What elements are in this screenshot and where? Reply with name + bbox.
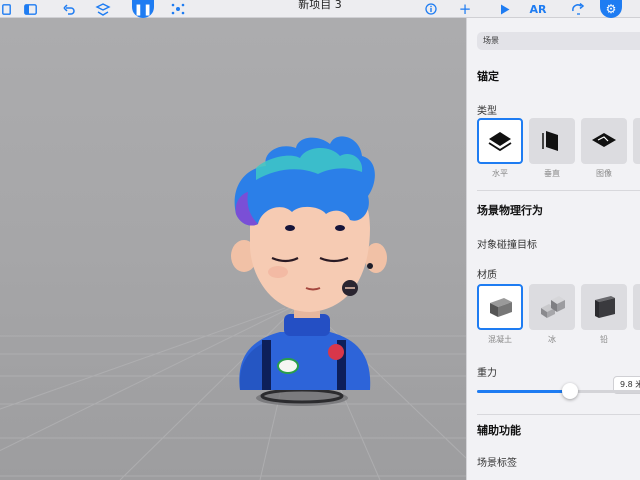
- collision-label: 对象碰撞目标: [477, 240, 537, 251]
- scene-label-label: 场景标签: [477, 458, 517, 469]
- accessibility-heading: 辅助功能: [477, 424, 521, 437]
- scene-segment[interactable]: 场景: [477, 32, 640, 50]
- project-title: 新项目 3: [298, 0, 342, 11]
- share-icon[interactable]: [568, 0, 588, 18]
- type-label: 类型: [477, 106, 497, 117]
- material-lead-caption: 铅: [600, 335, 608, 344]
- material-lead[interactable]: [581, 284, 627, 330]
- gravity-slider-knob[interactable]: [562, 383, 578, 399]
- material-label: 材质: [477, 270, 497, 281]
- info-icon[interactable]: [422, 0, 440, 18]
- scene-canvas: [0, 136, 466, 480]
- material-concrete-caption: 混凝土: [488, 335, 512, 344]
- anchor-type-vertical[interactable]: [529, 118, 575, 164]
- lead-icon: [595, 296, 615, 318]
- divider: [477, 414, 640, 415]
- gravity-label: 重力: [477, 368, 497, 379]
- ground-grid: [0, 307, 466, 480]
- anchor-heading: 锚定: [477, 70, 499, 83]
- gravity-slider-fill: [477, 390, 570, 393]
- physics-icon[interactable]: [168, 0, 188, 18]
- anchor-type-image[interactable]: [581, 118, 627, 164]
- horizontal-plane-icon: [488, 132, 512, 152]
- inspector-panel: 场景 锚定 类型 水平 垂直 图像 场景物理行为 对象碰撞目标 材质 混凝土 冰…: [466, 18, 640, 480]
- add-icon[interactable]: +: [456, 0, 474, 18]
- scene-segment-label: 场景: [483, 36, 499, 45]
- character-model: [231, 136, 387, 390]
- anchor-icon[interactable]: [92, 0, 114, 18]
- material-concrete[interactable]: [477, 284, 523, 330]
- concrete-icon: [490, 298, 512, 317]
- anchor-horizontal-caption: 水平: [492, 169, 508, 178]
- anchor-vertical-caption: 垂直: [544, 169, 560, 178]
- anchor-type-more[interactable]: [633, 118, 640, 164]
- image-anchor-icon: [592, 133, 616, 147]
- material-ice[interactable]: [529, 284, 575, 330]
- ice-icon: [541, 296, 565, 318]
- undo-icon[interactable]: [60, 0, 78, 18]
- doc-icon[interactable]: [0, 0, 12, 18]
- material-more[interactable]: [633, 284, 640, 330]
- vertical-plane-icon: [542, 131, 558, 151]
- material-ice-caption: 冰: [548, 335, 556, 344]
- ar-viewport[interactable]: [0, 18, 466, 480]
- pause-icon[interactable]: ❚❚: [132, 0, 154, 18]
- ar-button[interactable]: AR: [526, 0, 550, 18]
- toolbar: ❚❚ 新项目 3 + AR ⚙: [0, 0, 640, 18]
- sidebar-icon[interactable]: [21, 0, 39, 18]
- play-icon[interactable]: [496, 0, 514, 18]
- divider: [477, 190, 640, 191]
- anchor-image-caption: 图像: [596, 169, 612, 178]
- settings-icon[interactable]: ⚙: [600, 0, 622, 18]
- anchor-type-horizontal[interactable]: [477, 118, 523, 164]
- physics-heading: 场景物理行为: [477, 204, 543, 217]
